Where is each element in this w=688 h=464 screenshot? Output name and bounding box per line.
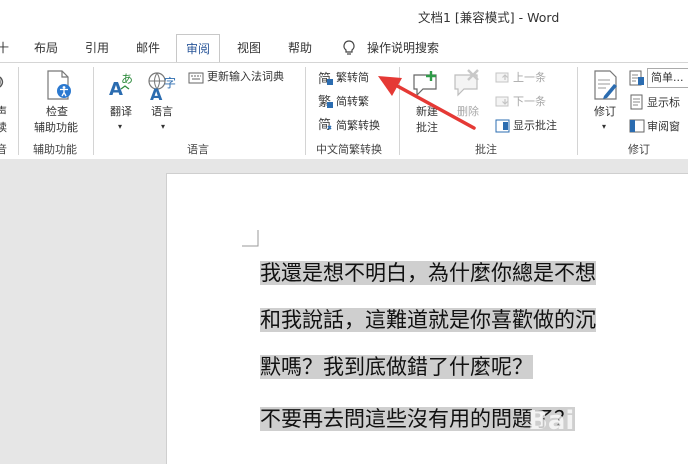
show-comments-label[interactable]: 显示批注 [513,118,557,133]
language-dropdown-icon[interactable]: ▾ [161,119,165,134]
track-changes-label[interactable]: 修订 [594,104,616,119]
svg-text:Bai: Bai [528,406,574,436]
group-divider [18,67,19,155]
next-comment-icon [495,94,511,113]
read-aloud-icon[interactable] [0,69,10,99]
selected-text[interactable]: 和我說話，這難道就是你喜歡做的沉 [260,308,596,332]
show-comments-icon[interactable] [495,118,511,137]
group-comments-label: 批注 [475,143,497,156]
title-bar: 文档1 [兼容模式] - Word [0,0,688,32]
tell-me-search[interactable]: 操作说明搜索 [367,39,439,56]
translate-label[interactable]: 翻译 [110,104,132,119]
show-markup-icon[interactable] [629,94,645,114]
group-speech-label: 音 [0,143,7,156]
check-accessibility-line1[interactable]: 检查 [46,104,68,119]
track-changes-icon[interactable] [592,69,620,105]
check-accessibility-line2[interactable]: 辅助功能 [34,120,78,135]
group-divider [577,67,578,155]
show-markup-label[interactable]: 显示标 [647,95,680,110]
svg-text:简: 简 [318,117,331,132]
language-label[interactable]: 语言 [151,104,173,119]
group-divider [93,67,94,155]
tab-design-partial[interactable]: 十 [0,39,9,56]
document-line[interactable]: 我還是想不明白，為什麼你總是不想 [260,258,596,288]
display-for-review-dropdown[interactable]: 简单... [647,68,688,88]
window-title: 文档1 [兼容模式] - Word [418,10,560,25]
tab-references[interactable]: 引用 [85,39,109,56]
selected-text[interactable]: 我還是想不明白，為什麼你總是不想 [260,261,596,285]
svg-text:字: 字 [164,75,176,90]
tab-view[interactable]: 视图 [237,39,261,56]
tab-layout[interactable]: 布局 [34,39,58,56]
check-accessibility-icon[interactable] [44,69,74,105]
annotation-arrow-icon [378,76,476,130]
trad-to-simp-label[interactable]: 繁转简 [336,70,369,85]
simp-to-trad-icon[interactable]: 繁 [318,93,334,113]
group-chinese-conversion-label: 中文简繁转换 [316,143,382,156]
watermark-logo: Bai 经验 [528,405,664,436]
translate-icon[interactable]: A あ [107,69,137,105]
ribbon-tabs: 十 布局 引用 邮件 审阅 视图 帮助 操作说明搜索 [0,32,688,62]
selected-text[interactable]: 默嗎？我到底做錯了什麼呢？ [260,355,533,379]
language-icon[interactable]: A 字 [146,69,180,105]
document-line[interactable]: 和我說話，這難道就是你喜歡做的沉 [260,305,596,335]
tab-review[interactable]: 审阅 [176,34,221,62]
group-language-label: 语言 [187,143,209,156]
reviewing-pane-label[interactable]: 审阅窗 [647,119,680,134]
ribbon: 声 读 音 检查 辅助功能 辅助功能 A あ 翻译 ▾ A 字 语言 ▾ 更新输… [0,62,688,160]
margin-corner-mark [242,230,259,247]
svg-text:あ: あ [121,72,133,86]
lightbulb-icon[interactable] [342,40,356,60]
svg-text:A: A [150,85,163,101]
document-line[interactable]: 默嗎？我到底做錯了什麼呢？ [260,352,533,382]
display-for-review-icon[interactable] [629,70,645,90]
group-tracking-label: 修订 [628,143,650,156]
group-divider [305,67,306,155]
previous-comment-label: 上一条 [513,71,546,84]
trad-to-simp-icon[interactable]: 简 [318,70,334,90]
next-comment-label: 下一条 [513,95,546,108]
read-aloud-line2[interactable]: 读 [0,120,7,135]
group-accessibility-label: 辅助功能 [33,143,77,156]
translate-dropdown-icon[interactable]: ▾ [118,119,122,134]
read-aloud-line1[interactable]: 声 [0,104,7,119]
reviewing-pane-icon[interactable] [629,118,645,138]
tab-help[interactable]: 帮助 [288,39,312,56]
update-ime-dictionary-label[interactable]: 更新输入法词典 [207,69,284,84]
display-for-review-value: 简单... [651,71,684,84]
track-changes-dropdown-icon[interactable]: ▾ [602,119,606,134]
previous-comment-icon [495,70,511,89]
chinese-conversion-icon[interactable]: 简 [318,116,334,136]
tab-mailings[interactable]: 邮件 [136,39,160,56]
update-ime-dictionary-icon[interactable] [188,70,204,89]
svg-text:经验: 经验 [612,405,664,436]
simp-to-trad-label[interactable]: 简转繁 [336,94,369,109]
